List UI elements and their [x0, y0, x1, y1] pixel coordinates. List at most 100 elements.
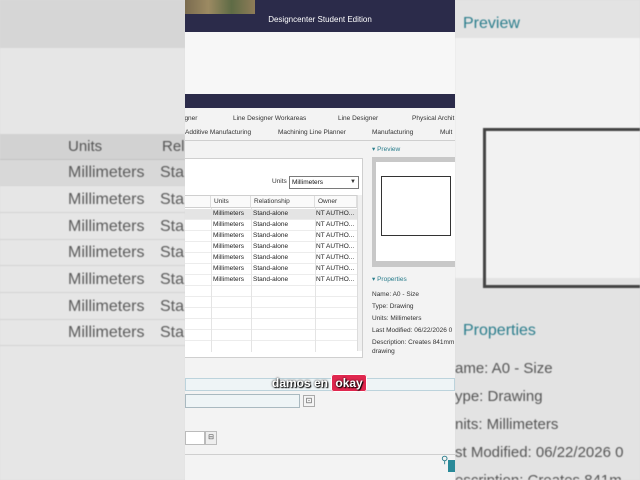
cell-relationship: Stand-alone — [253, 210, 289, 217]
units-dropdown[interactable]: Millimeters ▼ — [289, 176, 359, 189]
background-cell: Millimeters — [68, 298, 145, 315]
cell-relationship: Stand-alone — [253, 254, 289, 261]
column-header-owner[interactable]: Owner — [315, 196, 357, 208]
title-bar-image — [185, 0, 255, 14]
column-header-relationship[interactable]: Relationship — [251, 196, 315, 208]
cell-units: Millimeters — [213, 210, 245, 217]
tab-line-designer[interactable]: Line Designer — [338, 115, 378, 122]
preview-header[interactable]: ▾ Preview — [372, 145, 400, 153]
window-title: Designcenter Student Edition — [268, 15, 372, 24]
ribbon-bar — [185, 94, 455, 108]
cell-units: Millimeters — [213, 232, 245, 239]
properties-header[interactable]: ▾ Properties — [372, 275, 407, 283]
units-selected-value: Millimeters — [292, 179, 324, 186]
background-preview-area — [455, 38, 640, 288]
background-prop-line: escription: Creates 841m — [455, 472, 622, 480]
background-left-blur: Units Relatio Millimeters Stan Millimete… — [0, 0, 185, 480]
tab-additive-manufacturing[interactable]: Additive Manufacturing — [185, 129, 251, 136]
background-cell: Stan — [160, 164, 185, 181]
background-row: Millimeters Sta — [0, 240, 185, 266]
property-description: Description: Creates 841mm — [372, 339, 455, 346]
background-cell: Sta — [160, 244, 185, 261]
property-units: Units: Millimeters — [372, 315, 422, 322]
cell-owner: NT AUTHO... — [316, 276, 355, 283]
background-cell: Millimeters — [68, 191, 145, 208]
cell-owner: NT AUTHO... — [316, 232, 355, 239]
tab-multi[interactable]: Mult — [440, 129, 452, 136]
caption-text: damos en — [272, 376, 329, 390]
cell-units: Millimeters — [213, 254, 245, 261]
tab-line-designer-partial[interactable]: igner — [185, 115, 197, 122]
tab-line-designer-workareas[interactable]: Line Designer Workareas — [233, 115, 306, 122]
background-prop-line: st Modified: 06/22/2026 0 — [455, 444, 624, 461]
background-cell: Millimeters — [68, 244, 145, 261]
title-bar: Designcenter Student Edition — [185, 0, 455, 32]
cell-units: Millimeters — [213, 276, 245, 283]
column-divider — [315, 208, 316, 352]
column-divider — [211, 208, 212, 352]
background-prop-line: ame: A0 - Size — [455, 360, 553, 377]
preview-title: Preview — [377, 146, 401, 153]
property-last-modified: Last Modified: 06/22/2026 0 — [372, 327, 453, 334]
cell-relationship: Stand-alone — [253, 243, 289, 250]
column-header-blank — [185, 196, 211, 208]
background-row: Millimeters Sta — [0, 320, 185, 346]
cell-relationship: Stand-alone — [253, 265, 289, 272]
option-field[interactable] — [185, 431, 205, 445]
background-cell: Millimeters — [68, 218, 145, 235]
background-cell: Sta — [160, 298, 185, 315]
template-table: Units Relationship Owner Millimeters Sta… — [185, 195, 357, 352]
video-caption: damos en okay — [272, 374, 367, 392]
properties-title: Properties — [377, 276, 407, 283]
background-prop-line: ype: Drawing — [455, 388, 543, 405]
option-button[interactable]: ⊟ — [205, 431, 217, 445]
background-cell: Sta — [160, 191, 185, 208]
tab-manufacturing[interactable]: Manufacturing — [372, 129, 413, 136]
table-scrollbar[interactable] — [357, 195, 362, 351]
cell-owner: NT AUTHO... — [316, 210, 355, 217]
footer-divider — [185, 454, 455, 455]
background-right-blur: Preview Properties ame: A0 - Size ype: D… — [455, 0, 640, 480]
background-row: Millimeters Stan — [0, 160, 185, 186]
cell-owner: NT AUTHO... — [316, 221, 355, 228]
tab-machining-line-planner[interactable]: Machining Line Planner — [278, 129, 346, 136]
background-cell: Sta — [160, 271, 185, 288]
cell-owner: NT AUTHO... — [316, 243, 355, 250]
background-prop-line: nits: Millimeters — [455, 416, 559, 433]
folder-path-field[interactable] — [185, 394, 300, 408]
property-description-cont: drawing — [372, 348, 395, 355]
preview-thumbnail — [372, 157, 455, 267]
background-band — [0, 0, 185, 48]
cell-owner: NT AUTHO... — [316, 265, 355, 272]
property-type: Type: Drawing — [372, 303, 414, 310]
background-cell: Millimeters — [68, 271, 145, 288]
background-cell: Millimeters — [68, 324, 145, 341]
background-cell: Sta — [160, 218, 185, 235]
cell-units: Millimeters — [213, 221, 245, 228]
column-divider — [251, 208, 252, 352]
template-list-panel: Units Millimeters ▼ Units Relationship O… — [185, 158, 363, 358]
background-preview-title: Preview — [463, 15, 520, 32]
background-table-header: Units Relatio — [0, 134, 185, 160]
background-row: Millimeters Sta — [0, 294, 185, 320]
cell-units: Millimeters — [213, 243, 245, 250]
background-header-units: Units — [68, 138, 103, 155]
cell-owner: NT AUTHO... — [316, 254, 355, 261]
ok-button-edge[interactable] — [448, 460, 455, 472]
cell-relationship: Stand-alone — [253, 232, 289, 239]
preview-sheet — [376, 162, 455, 261]
column-header-units[interactable]: Units — [211, 196, 251, 208]
cell-relationship: Stand-alone — [253, 276, 289, 283]
property-name: Name: A0 - Size — [372, 291, 419, 298]
caption-highlight: okay — [331, 374, 367, 392]
background-cell: Millimeters — [68, 164, 145, 181]
preview-drawing-frame — [381, 176, 451, 236]
dialog-header-area — [185, 32, 455, 94]
browse-folder-icon[interactable]: ⊡ — [303, 395, 315, 407]
category-tabs-row-1: igner Line Designer Workareas Line Desig… — [185, 113, 455, 127]
cell-units: Millimeters — [213, 265, 245, 272]
tab-physical-architecture[interactable]: Physical Archit — [412, 115, 454, 122]
background-cell: Sta — [160, 324, 185, 341]
cell-relationship: Stand-alone — [253, 221, 289, 228]
background-row: Millimeters Sta — [0, 187, 185, 213]
